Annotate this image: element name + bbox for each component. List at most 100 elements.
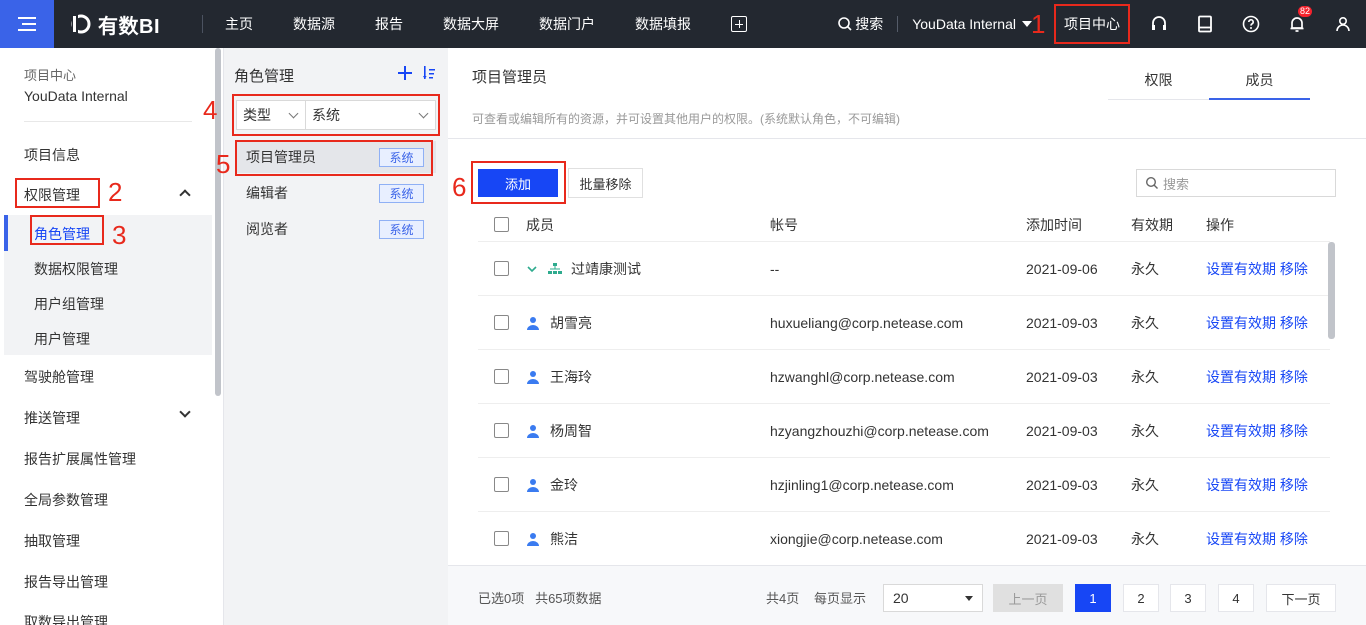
- highlight-box-5: [235, 140, 433, 176]
- sidebar-item-user-groups[interactable]: 用户组管理: [34, 294, 104, 314]
- next-page-button[interactable]: 下一页: [1266, 584, 1336, 612]
- sidebar-item-push[interactable]: 推送管理: [24, 408, 80, 428]
- notification-button[interactable]: 82: [1274, 6, 1320, 33]
- sidebar-section-label: 项目中心: [24, 68, 77, 83]
- page-4-button[interactable]: 4: [1218, 584, 1254, 612]
- set-validity-link[interactable]: 设置有效期: [1206, 477, 1276, 493]
- nav-bigscreen[interactable]: 数据大屏: [443, 14, 499, 34]
- sidebar-item-users[interactable]: 用户管理: [34, 329, 90, 349]
- member-added-time: 2021-09-03: [1026, 476, 1098, 493]
- nav-report[interactable]: 报告: [375, 14, 403, 34]
- nav-datafill[interactable]: 数据填报: [635, 14, 691, 34]
- table-row: 熊洁 xiongjie@corp.netease.com 2021-09-03 …: [478, 512, 1330, 566]
- table-scrollbar[interactable]: [1328, 242, 1335, 339]
- remove-link[interactable]: 移除: [1280, 261, 1308, 277]
- per-page-label: 每页显示: [814, 591, 867, 606]
- remove-link[interactable]: 移除: [1280, 369, 1308, 385]
- add-icon[interactable]: [398, 66, 412, 80]
- project-switcher[interactable]: YouData Internal: [912, 16, 1032, 32]
- member-name: 熊洁: [550, 530, 578, 547]
- per-page-value: 20: [893, 590, 909, 606]
- remove-link[interactable]: 移除: [1280, 531, 1308, 547]
- page-title: 项目管理员: [472, 69, 548, 86]
- tab-permissions[interactable]: 权限: [1108, 64, 1209, 99]
- set-validity-link[interactable]: 设置有效期: [1206, 261, 1276, 277]
- row-checkbox[interactable]: [494, 531, 509, 546]
- pagination-footer: 已选0项 共65项数据 共4页 每页显示 20 上一页 1 2 3 4 下一页: [448, 565, 1366, 625]
- chevron-up-icon[interactable]: [179, 189, 191, 201]
- member-account: xiongjie@corp.netease.com: [770, 530, 943, 547]
- highlight-box-2: [15, 178, 100, 208]
- nav-home[interactable]: 主页: [225, 14, 253, 34]
- sidebar-item-project-info[interactable]: 项目信息: [24, 145, 80, 165]
- sidebar-item-global-params[interactable]: 全局参数管理: [24, 490, 108, 510]
- logo[interactable]: 有数BI: [70, 10, 202, 39]
- sidebar-item-report-ext[interactable]: 报告扩展属性管理: [24, 449, 136, 469]
- project-center-button[interactable]: 项目中心: [1054, 4, 1130, 44]
- column-actions: 操作: [1206, 216, 1234, 233]
- sidebar-item-fetch-export[interactable]: 取数导出管理: [24, 612, 108, 625]
- set-validity-link[interactable]: 设置有效期: [1206, 531, 1276, 547]
- role-panel-title: 角色管理: [234, 68, 295, 85]
- sidebar-item-extract[interactable]: 抽取管理: [24, 531, 80, 551]
- set-validity-link[interactable]: 设置有效期: [1206, 315, 1276, 331]
- user-menu-button[interactable]: [1320, 16, 1366, 32]
- book-icon: [1198, 15, 1212, 33]
- top-search-label: 搜索: [855, 16, 884, 32]
- headset-icon: [1152, 16, 1166, 30]
- member-account: huxueliang@corp.netease.com: [770, 314, 964, 331]
- logo-icon: [71, 14, 91, 34]
- role-item-editor[interactable]: 编辑者 系统: [236, 177, 436, 209]
- per-page-select[interactable]: 20: [883, 584, 983, 612]
- sort-icon[interactable]: [423, 66, 435, 80]
- support-button[interactable]: [1136, 15, 1182, 33]
- menu-toggle-button[interactable]: [0, 0, 54, 48]
- tab-members[interactable]: 成员: [1209, 64, 1310, 100]
- row-checkbox[interactable]: [494, 477, 509, 492]
- row-checkbox[interactable]: [494, 261, 509, 276]
- role-name: 阅览者: [246, 221, 288, 237]
- tab-bar: 权限 成员: [1108, 64, 1310, 100]
- docs-button[interactable]: [1182, 15, 1228, 33]
- remove-link[interactable]: 移除: [1280, 423, 1308, 439]
- set-validity-link[interactable]: 设置有效期: [1206, 423, 1276, 439]
- member-added-time: 2021-09-03: [1026, 314, 1098, 331]
- batch-remove-button[interactable]: 批量移除: [568, 168, 643, 198]
- column-account: 帐号: [770, 216, 798, 233]
- prev-page-button[interactable]: 上一页: [993, 584, 1063, 612]
- table-row: 杨周智 hzyangzhouzhi@corp.netease.com 2021-…: [478, 404, 1330, 458]
- member-name: 杨周智: [550, 422, 592, 439]
- add-plus-icon[interactable]: [731, 16, 747, 32]
- top-right-area: 搜索 YouData Internal 项目中心 82: [837, 0, 1366, 48]
- role-panel: 角色管理 类型 系统 项目管理员 系统 编辑者 系统 阅览者 系统: [225, 48, 447, 625]
- role-item-viewer[interactable]: 阅览者 系统: [236, 213, 436, 245]
- sidebar-item-data-permission[interactable]: 数据权限管理: [34, 259, 118, 279]
- page-3-button[interactable]: 3: [1170, 584, 1206, 612]
- search-placeholder: 搜索: [1163, 176, 1190, 192]
- sidebar-header: 项目中心 YouData Internal: [0, 48, 223, 104]
- nav-portal[interactable]: 数据门户: [539, 14, 595, 34]
- chevron-down-icon[interactable]: [179, 406, 191, 418]
- remove-link[interactable]: 移除: [1280, 315, 1308, 331]
- top-search-button[interactable]: 搜索: [837, 14, 883, 34]
- expand-chevron-icon[interactable]: [526, 263, 538, 275]
- remove-link[interactable]: 移除: [1280, 477, 1308, 493]
- help-button[interactable]: [1228, 15, 1274, 33]
- page-2-button[interactable]: 2: [1123, 584, 1159, 612]
- role-name: 编辑者: [246, 185, 288, 201]
- annotation-marker-3: 3: [112, 220, 127, 250]
- member-search-input[interactable]: 搜索: [1136, 169, 1336, 197]
- page-1-button[interactable]: 1: [1075, 584, 1111, 612]
- row-checkbox[interactable]: [494, 369, 509, 384]
- set-validity-link[interactable]: 设置有效期: [1206, 369, 1276, 385]
- sidebar-item-cockpit[interactable]: 驾驶舱管理: [24, 367, 94, 387]
- member-added-time: 2021-09-03: [1026, 422, 1098, 439]
- table-row: 王海玲 hzwanghl@corp.netease.com 2021-09-03…: [478, 350, 1330, 404]
- sidebar-item-report-export[interactable]: 报告导出管理: [24, 572, 108, 592]
- nav-datasource[interactable]: 数据源: [293, 14, 335, 34]
- select-all-checkbox[interactable]: [494, 217, 509, 232]
- column-validity: 有效期: [1131, 216, 1173, 233]
- row-checkbox[interactable]: [494, 315, 509, 330]
- row-checkbox[interactable]: [494, 423, 509, 438]
- members-table: 成员 帐号 添加时间 有效期 操作 过靖康测试 -- 2021-09-06 永久…: [478, 208, 1330, 566]
